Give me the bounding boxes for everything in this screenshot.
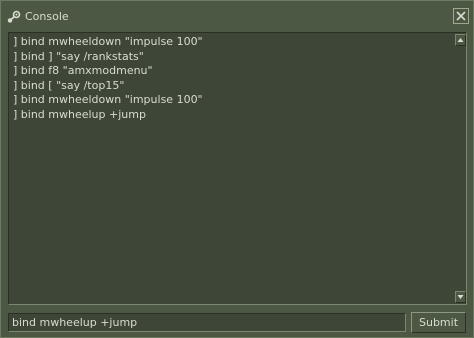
log-line: ] bind f8 "amxmodmenu": [13, 64, 153, 77]
log-line: ] bind [ "say /top15": [13, 78, 125, 92]
arrow-down-icon: [457, 295, 464, 299]
command-input[interactable]: [8, 313, 406, 332]
close-icon: [456, 11, 466, 21]
arrow-up-icon: [457, 38, 464, 42]
log-line: ] bind mwheeldown "impulse 100": [13, 93, 203, 106]
console-log: ] bind mwheeldown "impulse 100" ] bind ]…: [13, 35, 453, 122]
steam-logo-icon: [7, 9, 21, 23]
log-line: ] bind ] "say /rankstats": [13, 49, 144, 63]
vertical-scrollbar[interactable]: [455, 33, 466, 304]
console-window: Console ] bind mwheeldown "impulse 100" …: [0, 0, 474, 338]
console-output[interactable]: ] bind mwheeldown "impulse 100" ] bind ]…: [8, 32, 467, 305]
scroll-up-button[interactable]: [455, 34, 466, 46]
title-bar[interactable]: Console: [1, 1, 473, 31]
scroll-down-button[interactable]: [455, 291, 466, 303]
submit-button[interactable]: Submit: [411, 312, 466, 333]
close-button[interactable]: [453, 8, 469, 24]
log-line: ] bind mwheelup +jump: [13, 107, 146, 121]
log-line: ] bind mwheeldown "impulse 100": [13, 35, 203, 48]
window-title: Console: [25, 10, 69, 23]
